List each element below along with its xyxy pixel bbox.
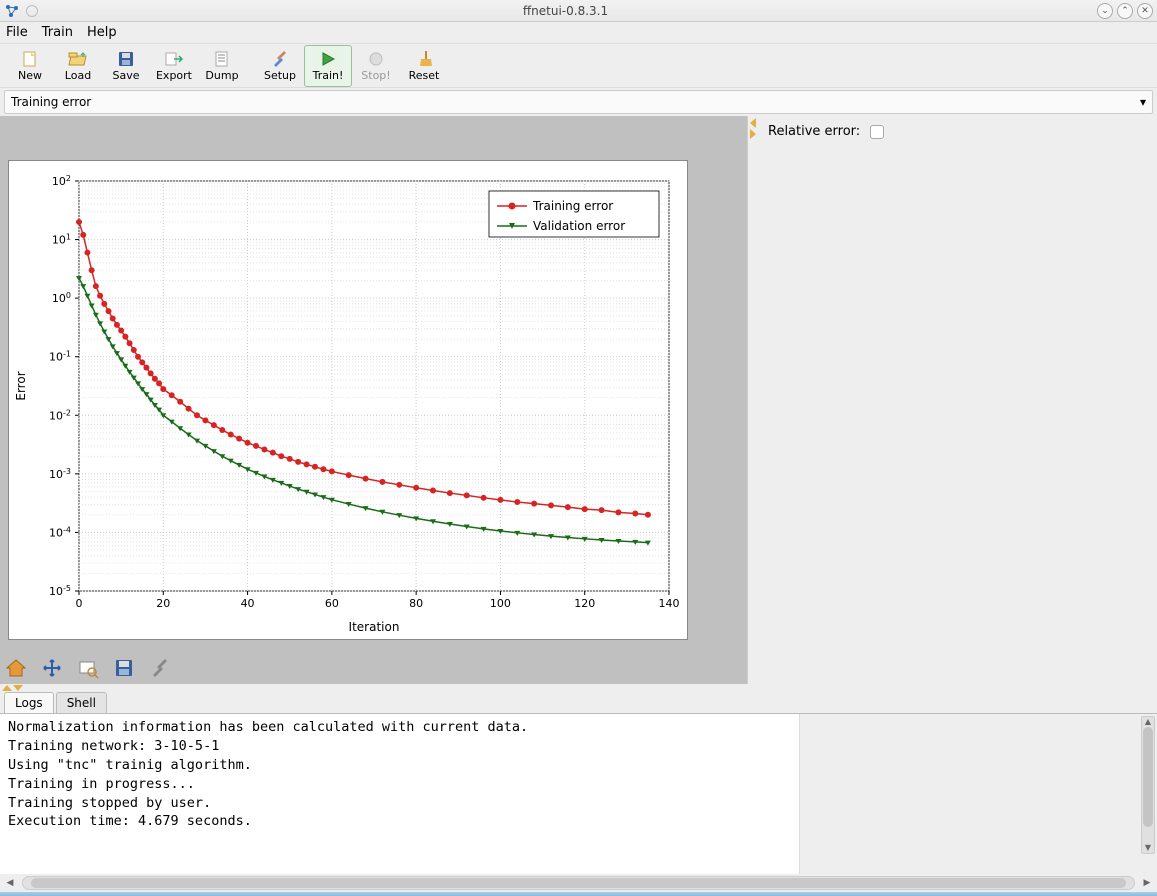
error-chart: 10-5 10-4 10-3 10-2 10-1 100 101 102 0 20 40 60 80 10… [8, 160, 688, 640]
appicon-dot [26, 5, 38, 17]
horizontal-splitter[interactable] [0, 684, 1157, 692]
tab-logs[interactable]: Logs [4, 692, 54, 713]
home-icon[interactable] [4, 656, 28, 680]
export-button[interactable]: Export [150, 45, 198, 87]
svg-text:10-5: 10-5 [49, 584, 71, 599]
svg-text:20: 20 [156, 597, 170, 610]
app-icon [4, 3, 20, 19]
svg-text:60: 60 [325, 597, 339, 610]
scroll-up-icon[interactable]: ▲ [1142, 717, 1154, 727]
svg-text:10-3: 10-3 [49, 466, 71, 481]
dump-icon [212, 50, 232, 68]
svg-text:100: 100 [52, 291, 71, 306]
view-selector-value: Training error [11, 95, 91, 109]
setup-button[interactable]: Setup [256, 45, 304, 87]
close-button[interactable]: ✕ [1137, 3, 1153, 19]
maximize-button[interactable]: ⌃ [1117, 3, 1133, 19]
broom-icon [414, 50, 434, 68]
side-panel: Relative error: [758, 116, 1157, 684]
zoom-icon[interactable] [76, 656, 100, 680]
menu-train[interactable]: Train [42, 25, 73, 40]
svg-text:Validation error: Validation error [533, 219, 625, 233]
folder-open-icon [68, 50, 88, 68]
scroll-down-icon[interactable]: ▼ [1142, 843, 1154, 853]
log-output: Normalization information has been calcu… [0, 714, 800, 874]
tab-shell[interactable]: Shell [56, 692, 107, 713]
tools-icon [270, 50, 290, 68]
save-button[interactable]: Save [102, 45, 150, 87]
relative-error-label: Relative error: [768, 124, 860, 139]
svg-text:80: 80 [409, 597, 423, 610]
plot-toolbar [4, 656, 172, 680]
svg-text:100: 100 [490, 597, 511, 610]
svg-text:Training error: Training error [532, 199, 613, 213]
toolbar: New Load Save Export Dump Setup Train! S… [0, 44, 1157, 88]
log-panel: Normalization information has been calcu… [0, 714, 1157, 874]
reset-button[interactable]: Reset [400, 45, 448, 87]
hscroll-thumb[interactable] [31, 878, 1126, 888]
new-button[interactable]: New [6, 45, 54, 87]
load-button[interactable]: Load [54, 45, 102, 87]
menu-file[interactable]: File [6, 25, 28, 40]
window-title: ffnetui-0.8.3.1 [38, 4, 1093, 18]
relative-error-checkbox[interactable] [870, 125, 884, 139]
svg-text:120: 120 [574, 597, 595, 610]
new-file-icon [20, 50, 40, 68]
chevron-down-icon: ▾ [1140, 95, 1146, 109]
export-icon [164, 50, 184, 68]
vertical-scrollbar[interactable]: ▲ ▼ [1141, 716, 1155, 854]
configure-icon[interactable] [148, 656, 172, 680]
dump-button[interactable]: Dump [198, 45, 246, 87]
svg-text:0: 0 [76, 597, 83, 610]
floppy-icon [116, 50, 136, 68]
play-icon [318, 50, 338, 68]
scroll-right-icon[interactable]: ▶ [1141, 878, 1153, 888]
menu-help[interactable]: Help [87, 25, 117, 40]
minimize-button[interactable]: ⌄ [1097, 3, 1113, 19]
stop-icon [366, 50, 386, 68]
titlebar: ffnetui-0.8.3.1 ⌄ ⌃ ✕ [0, 0, 1157, 22]
save-figure-icon[interactable] [112, 656, 136, 680]
svg-text:10-1: 10-1 [49, 349, 71, 364]
svg-text:101: 101 [52, 232, 71, 247]
scroll-left-icon[interactable]: ◀ [4, 878, 16, 888]
horizontal-scrollbar[interactable] [22, 876, 1135, 890]
svg-text:40: 40 [241, 597, 255, 610]
svg-text:102: 102 [52, 174, 71, 189]
vertical-splitter[interactable] [748, 116, 758, 684]
train-button[interactable]: Train! [304, 45, 352, 87]
bottom-tabs: Logs Shell [0, 692, 1157, 714]
svg-text:10-4: 10-4 [49, 525, 71, 540]
stop-button[interactable]: Stop! [352, 45, 400, 87]
svg-text:Iteration: Iteration [349, 620, 400, 634]
scrollbar-thumb[interactable] [1143, 727, 1153, 827]
menubar: File Train Help [0, 22, 1157, 44]
view-selector[interactable]: Training error ▾ [4, 90, 1153, 114]
svg-text:Error: Error [14, 371, 28, 400]
svg-text:10-2: 10-2 [49, 408, 71, 423]
pan-icon[interactable] [40, 656, 64, 680]
horizontal-scrollbar-row: ◀ ▶ [0, 874, 1157, 892]
chart-pane: 10-5 10-4 10-3 10-2 10-1 100 101 102 0 20 40 60 80 10… [0, 116, 748, 684]
svg-text:140: 140 [659, 597, 680, 610]
